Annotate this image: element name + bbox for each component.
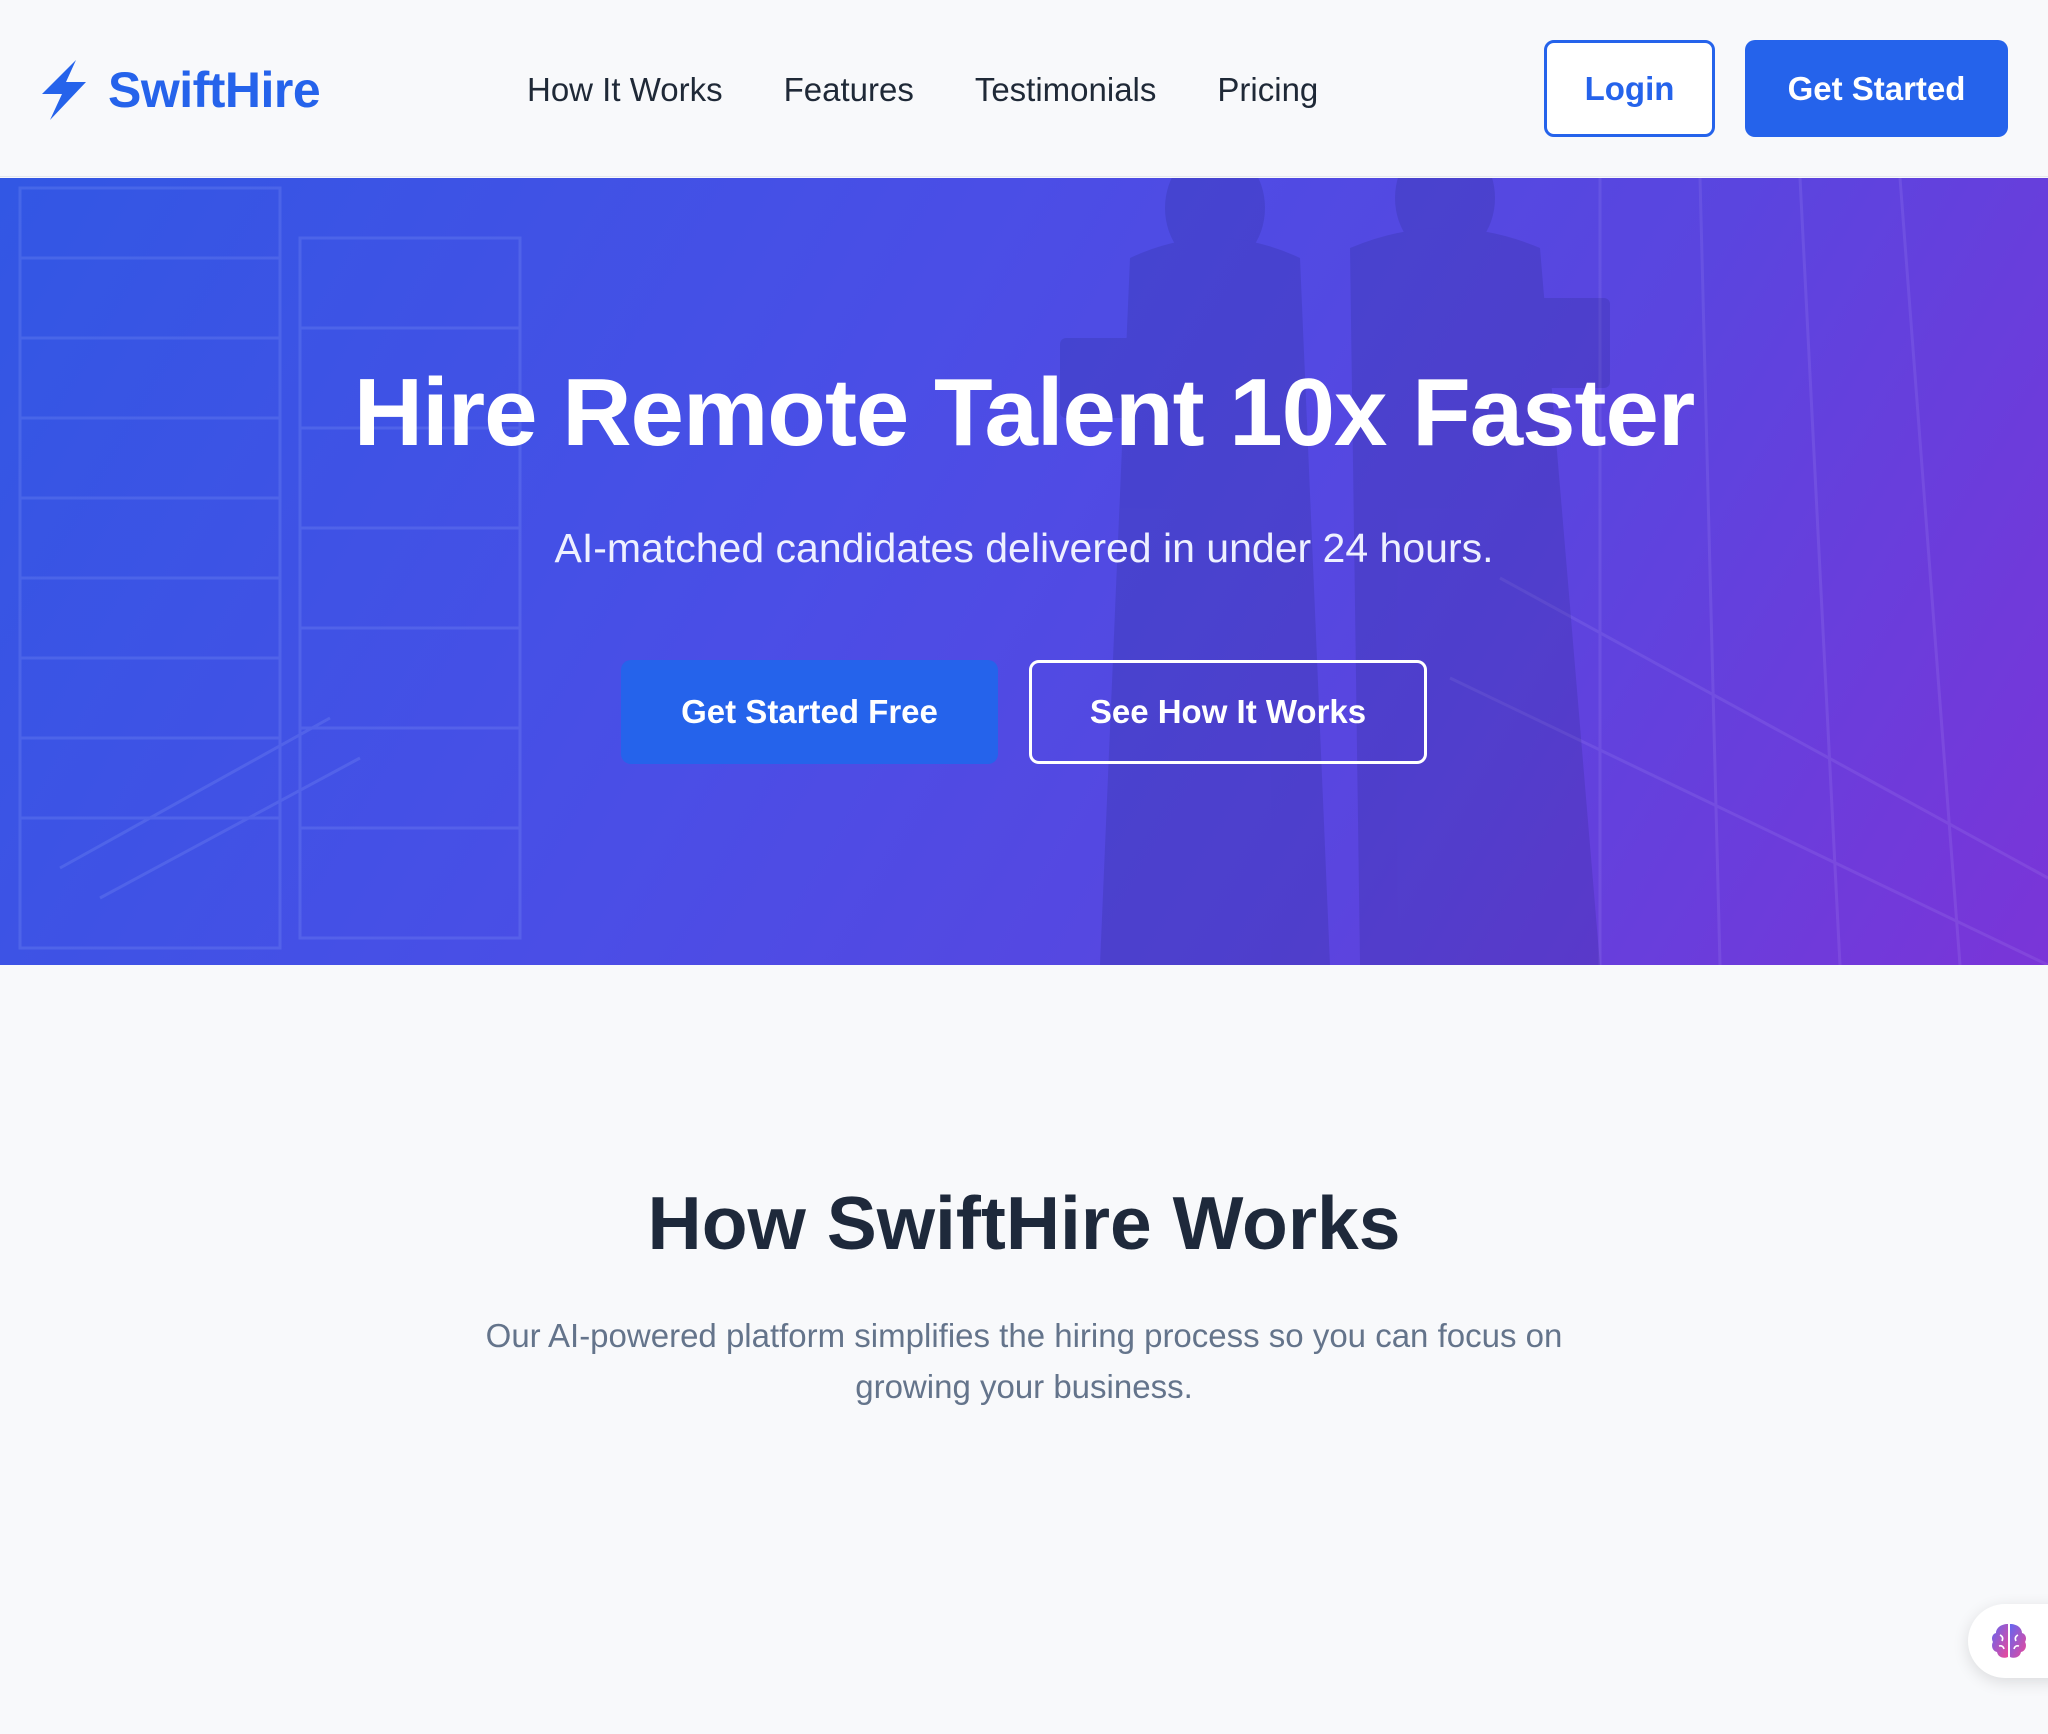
hero-subtitle: AI-matched candidates delivered in under…	[554, 525, 1494, 571]
login-button[interactable]: Login	[1544, 40, 1715, 137]
nav-link-pricing[interactable]: Pricing	[1217, 66, 1318, 114]
hero-title: Hire Remote Talent 10x Faster	[353, 359, 1695, 466]
nav-link-testimonials[interactable]: Testimonials	[975, 66, 1157, 114]
main-nav: How It Works Features Testimonials Prici…	[527, 66, 1318, 114]
assistant-widget-button[interactable]	[1968, 1604, 2048, 1678]
brain-icon	[1992, 1624, 2026, 1658]
site-header: SwiftHire How It Works Features Testimon…	[0, 0, 2048, 177]
get-started-button[interactable]: Get Started	[1745, 40, 2008, 137]
lightning-bolt-icon	[42, 60, 86, 120]
hero-section: Hire Remote Talent 10x Faster AI-matched…	[0, 178, 2048, 965]
nav-link-features[interactable]: Features	[784, 66, 914, 114]
nav-link-how-it-works[interactable]: How It Works	[527, 66, 723, 114]
brand-logo[interactable]: SwiftHire	[38, 56, 321, 124]
section-description: Our AI-powered platform simplifies the h…	[485, 1317, 1563, 1405]
brand-name: SwiftHire	[108, 62, 321, 118]
get-started-free-button[interactable]: Get Started Free	[621, 660, 998, 764]
section-title: How SwiftHire Works	[647, 1181, 1401, 1265]
see-how-it-works-button[interactable]: See How It Works	[1029, 660, 1427, 764]
